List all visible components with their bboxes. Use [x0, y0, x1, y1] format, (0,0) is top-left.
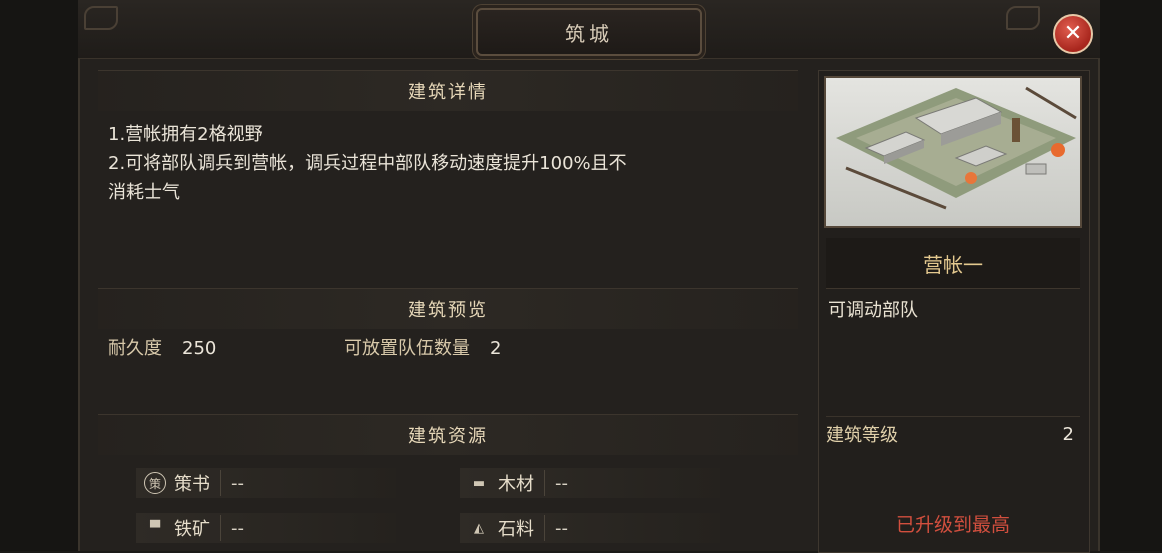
resource-stone: ◭ 石料 --	[460, 513, 720, 543]
building-name: 营帐一	[826, 238, 1080, 289]
resource-amount: --	[555, 472, 568, 494]
camp-illustration	[836, 86, 1077, 210]
capacity-stat: 可放置队伍数量 2	[344, 334, 501, 360]
resource-name: 石料	[498, 515, 545, 541]
resource-wood: ▬ 木材 --	[460, 468, 720, 498]
building-preview-image	[824, 76, 1082, 228]
resource-name: 铁矿	[174, 515, 221, 541]
details-header: 建筑详情	[98, 70, 798, 111]
window-title: 筑城	[476, 8, 702, 56]
iron-ore-icon: ▀	[150, 520, 160, 536]
capacity-value: 2	[490, 338, 502, 359]
stone-icon: ◭	[474, 520, 484, 536]
resource-amount: --	[555, 517, 568, 539]
resource-amount: --	[231, 517, 244, 539]
resource-name: 木材	[498, 470, 545, 496]
preview-header: 建筑预览	[98, 288, 798, 329]
resource-iron-ore: ▀ 铁矿 --	[136, 513, 396, 543]
details-line-1: 1.营帐拥有2格视野	[108, 124, 263, 145]
resource-strategy-book: 策 策书 --	[136, 468, 396, 498]
resource-amount: --	[231, 472, 244, 494]
details-text: 1.营帐拥有2格视野 2.可将部队调兵到营帐，调兵过程中部队移动速度提升100%…	[108, 120, 798, 207]
strategy-book-icon: 策	[142, 470, 168, 496]
close-button[interactable]: ✕	[1053, 14, 1093, 54]
details-line-3: 消耗士气	[108, 182, 180, 203]
resource-name: 策书	[174, 470, 221, 496]
background-right	[1100, 0, 1162, 551]
corner-ornament-right	[1006, 6, 1040, 30]
building-level-label: 建筑等级	[826, 425, 898, 446]
durability-label: 耐久度	[108, 338, 162, 359]
capacity-label: 可放置队伍数量	[344, 338, 470, 359]
wood-icon: ▬	[472, 475, 486, 491]
corner-ornament-left	[84, 6, 118, 30]
building-level-value: 2	[1062, 423, 1074, 445]
close-icon: ✕	[1063, 21, 1083, 46]
building-level-row: 建筑等级 2	[826, 416, 1080, 451]
details-line-2: 2.可将部队调兵到营帐，调兵过程中部队移动速度提升100%且不	[108, 153, 627, 174]
resources-header: 建筑资源	[98, 414, 798, 455]
building-description: 可调动部队	[828, 300, 918, 321]
durability-value: 250	[182, 338, 217, 359]
max-level-status: 已升级到最高	[895, 514, 1010, 536]
durability-stat: 耐久度 250	[108, 334, 216, 360]
background-left	[0, 0, 80, 551]
